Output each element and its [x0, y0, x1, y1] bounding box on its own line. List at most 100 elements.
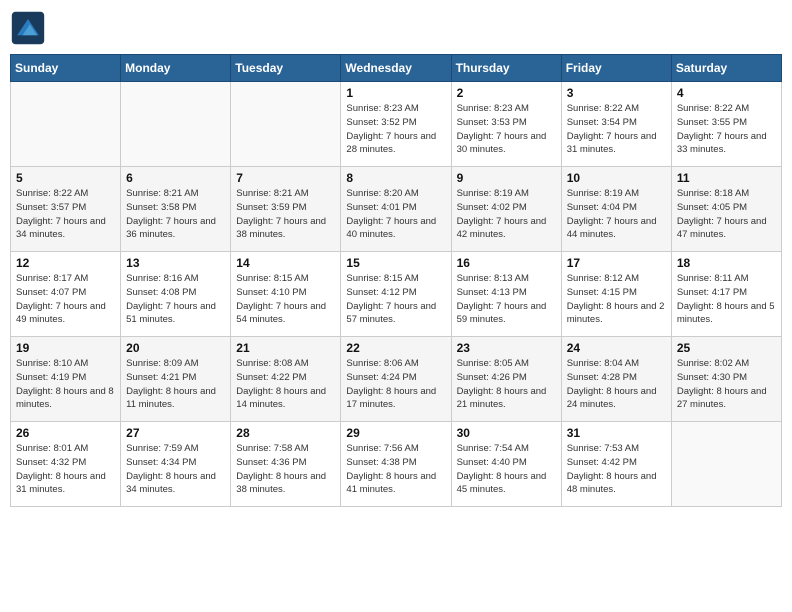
day-number: 18	[677, 256, 776, 270]
calendar-cell: 5 Sunrise: 8:22 AMSunset: 3:57 PMDaylight…	[11, 167, 121, 252]
calendar-cell: 19Sunrise: 8:10 AMSunset: 4:19 PMDayligh…	[11, 337, 121, 422]
day-info: Sunrise: 8:22 AMSunset: 3:57 PMDaylight:…	[16, 187, 115, 242]
calendar-cell: 31Sunrise: 7:53 AMSunset: 4:42 PMDayligh…	[561, 422, 671, 507]
day-info: Sunrise: 8:01 AMSunset: 4:32 PMDaylight:…	[16, 442, 115, 497]
day-info: Sunrise: 8:23 AMSunset: 3:52 PMDaylight:…	[346, 102, 445, 157]
calendar-cell: 22 Sunrise: 8:06 AMSunset: 4:24 PMDayligh…	[341, 337, 451, 422]
day-info: Sunrise: 8:06 AMSunset: 4:24 PMDaylight:…	[346, 357, 445, 412]
day-number: 9	[457, 171, 556, 185]
weekday-header-thursday: Thursday	[451, 55, 561, 82]
calendar-table: SundayMondayTuesdayWednesdayThursdayFrid…	[10, 54, 782, 507]
calendar-cell: 7Sunrise: 8:21 AMSunset: 3:59 PMDaylight…	[231, 167, 341, 252]
calendar-cell: 13 Sunrise: 8:16 AMSunset: 4:08 PMDayligh…	[121, 252, 231, 337]
day-number: 22	[346, 341, 445, 355]
day-number: 6	[126, 171, 225, 185]
day-info: Sunrise: 8:11 AMSunset: 4:17 PMDaylight:…	[677, 272, 776, 327]
calendar-cell: 18 Sunrise: 8:11 AMSunset: 4:17 PMDayligh…	[671, 252, 781, 337]
day-number: 15	[346, 256, 445, 270]
calendar-cell: 20 Sunrise: 8:09 AMSunset: 4:21 PMDayligh…	[121, 337, 231, 422]
day-number: 23	[457, 341, 556, 355]
calendar-cell: 29 Sunrise: 7:56 AMSunset: 4:38 PMDayligh…	[341, 422, 451, 507]
day-number: 5	[16, 171, 115, 185]
logo-icon	[10, 10, 46, 46]
day-info: Sunrise: 8:15 AMSunset: 4:10 PMDaylight:…	[236, 272, 335, 327]
header	[10, 10, 782, 46]
weekday-header-saturday: Saturday	[671, 55, 781, 82]
calendar-cell: 2 Sunrise: 8:23 AMSunset: 3:53 PMDaylight…	[451, 82, 561, 167]
day-number: 26	[16, 426, 115, 440]
day-info: Sunrise: 8:05 AMSunset: 4:26 PMDaylight:…	[457, 357, 556, 412]
day-info: Sunrise: 8:20 AMSunset: 4:01 PMDaylight:…	[346, 187, 445, 242]
weekday-header-wednesday: Wednesday	[341, 55, 451, 82]
day-number: 2	[457, 86, 556, 100]
day-info: Sunrise: 8:17 AMSunset: 4:07 PMDaylight:…	[16, 272, 115, 327]
weekday-header-tuesday: Tuesday	[231, 55, 341, 82]
day-info: Sunrise: 8:02 AMSunset: 4:30 PMDaylight:…	[677, 357, 776, 412]
calendar-cell	[671, 422, 781, 507]
day-number: 13	[126, 256, 225, 270]
day-number: 27	[126, 426, 225, 440]
calendar-cell	[231, 82, 341, 167]
weekday-header-monday: Monday	[121, 55, 231, 82]
calendar-cell: 10Sunrise: 8:19 AMSunset: 4:04 PMDayligh…	[561, 167, 671, 252]
calendar-cell	[121, 82, 231, 167]
day-number: 11	[677, 171, 776, 185]
day-info: Sunrise: 8:08 AMSunset: 4:22 PMDaylight:…	[236, 357, 335, 412]
day-number: 21	[236, 341, 335, 355]
calendar-cell: 8 Sunrise: 8:20 AMSunset: 4:01 PMDaylight…	[341, 167, 451, 252]
calendar-cell: 23 Sunrise: 8:05 AMSunset: 4:26 PMDayligh…	[451, 337, 561, 422]
calendar-cell	[11, 82, 121, 167]
day-number: 8	[346, 171, 445, 185]
day-info: Sunrise: 8:16 AMSunset: 4:08 PMDaylight:…	[126, 272, 225, 327]
calendar-cell: 25 Sunrise: 8:02 AMSunset: 4:30 PMDayligh…	[671, 337, 781, 422]
week-row-2: 5 Sunrise: 8:22 AMSunset: 3:57 PMDaylight…	[11, 167, 782, 252]
calendar-cell: 15 Sunrise: 8:15 AMSunset: 4:12 PMDayligh…	[341, 252, 451, 337]
day-number: 20	[126, 341, 225, 355]
day-info: Sunrise: 8:22 AMSunset: 3:54 PMDaylight:…	[567, 102, 666, 157]
calendar-cell: 4Sunrise: 8:22 AMSunset: 3:55 PMDaylight…	[671, 82, 781, 167]
day-info: Sunrise: 7:59 AMSunset: 4:34 PMDaylight:…	[126, 442, 225, 497]
day-info: Sunrise: 8:15 AMSunset: 4:12 PMDaylight:…	[346, 272, 445, 327]
calendar-cell: 27 Sunrise: 7:59 AMSunset: 4:34 PMDayligh…	[121, 422, 231, 507]
calendar-cell: 21 Sunrise: 8:08 AMSunset: 4:22 PMDayligh…	[231, 337, 341, 422]
day-number: 17	[567, 256, 666, 270]
day-number: 7	[236, 171, 335, 185]
day-number: 29	[346, 426, 445, 440]
day-info: Sunrise: 8:09 AMSunset: 4:21 PMDaylight:…	[126, 357, 225, 412]
calendar-cell: 9 Sunrise: 8:19 AMSunset: 4:02 PMDaylight…	[451, 167, 561, 252]
day-info: Sunrise: 8:22 AMSunset: 3:55 PMDaylight:…	[677, 102, 776, 157]
day-number: 1	[346, 86, 445, 100]
week-row-1: 1 Sunrise: 8:23 AMSunset: 3:52 PMDaylight…	[11, 82, 782, 167]
calendar-cell: 14 Sunrise: 8:15 AMSunset: 4:10 PMDayligh…	[231, 252, 341, 337]
calendar-cell: 3 Sunrise: 8:22 AMSunset: 3:54 PMDaylight…	[561, 82, 671, 167]
week-row-5: 26 Sunrise: 8:01 AMSunset: 4:32 PMDayligh…	[11, 422, 782, 507]
day-info: Sunrise: 8:19 AMSunset: 4:02 PMDaylight:…	[457, 187, 556, 242]
calendar-cell: 1 Sunrise: 8:23 AMSunset: 3:52 PMDaylight…	[341, 82, 451, 167]
calendar-cell: 16 Sunrise: 8:13 AMSunset: 4:13 PMDayligh…	[451, 252, 561, 337]
week-row-3: 12 Sunrise: 8:17 AMSunset: 4:07 PMDayligh…	[11, 252, 782, 337]
day-info: Sunrise: 8:10 AMSunset: 4:19 PMDaylight:…	[16, 357, 115, 412]
day-number: 12	[16, 256, 115, 270]
calendar-cell: 12 Sunrise: 8:17 AMSunset: 4:07 PMDayligh…	[11, 252, 121, 337]
day-number: 14	[236, 256, 335, 270]
weekday-header-row: SundayMondayTuesdayWednesdayThursdayFrid…	[11, 55, 782, 82]
day-number: 31	[567, 426, 666, 440]
calendar-cell: 30Sunrise: 7:54 AMSunset: 4:40 PMDayligh…	[451, 422, 561, 507]
day-info: Sunrise: 8:23 AMSunset: 3:53 PMDaylight:…	[457, 102, 556, 157]
day-info: Sunrise: 8:13 AMSunset: 4:13 PMDaylight:…	[457, 272, 556, 327]
calendar-cell: 28 Sunrise: 7:58 AMSunset: 4:36 PMDayligh…	[231, 422, 341, 507]
calendar-cell: 6 Sunrise: 8:21 AMSunset: 3:58 PMDaylight…	[121, 167, 231, 252]
day-number: 25	[677, 341, 776, 355]
day-info: Sunrise: 7:58 AMSunset: 4:36 PMDaylight:…	[236, 442, 335, 497]
day-info: Sunrise: 7:56 AMSunset: 4:38 PMDaylight:…	[346, 442, 445, 497]
day-info: Sunrise: 8:12 AMSunset: 4:15 PMDaylight:…	[567, 272, 666, 327]
day-number: 28	[236, 426, 335, 440]
day-number: 24	[567, 341, 666, 355]
logo	[10, 10, 52, 46]
day-number: 16	[457, 256, 556, 270]
weekday-header-friday: Friday	[561, 55, 671, 82]
week-row-4: 19Sunrise: 8:10 AMSunset: 4:19 PMDayligh…	[11, 337, 782, 422]
day-number: 3	[567, 86, 666, 100]
calendar-cell: 24Sunrise: 8:04 AMSunset: 4:28 PMDayligh…	[561, 337, 671, 422]
day-info: Sunrise: 8:21 AMSunset: 3:58 PMDaylight:…	[126, 187, 225, 242]
